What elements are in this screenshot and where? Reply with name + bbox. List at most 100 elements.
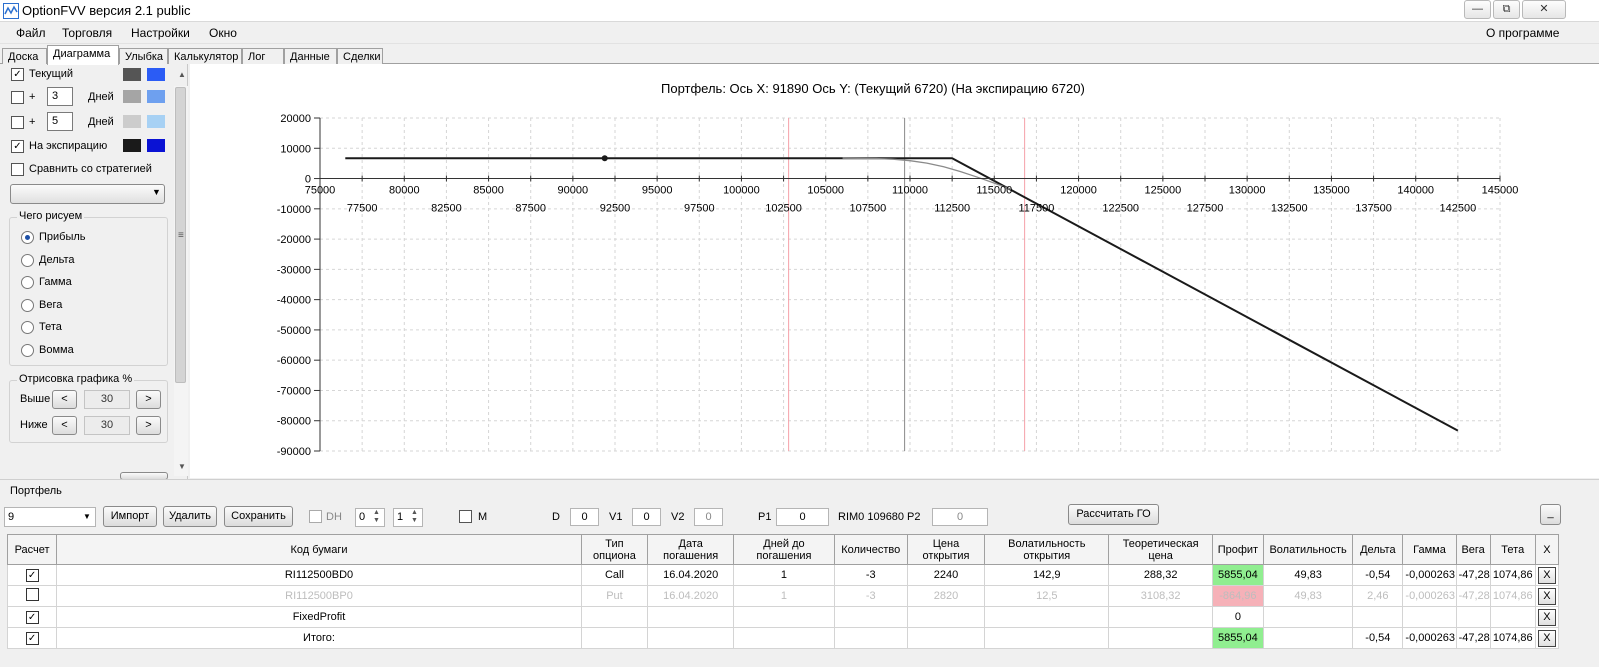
column-header[interactable]: Код бумаги [56,534,582,565]
close-button[interactable]: ✕ [1522,0,1566,19]
strategy-dropdown[interactable]: ▼ [10,184,165,204]
calc-checkbox[interactable] [25,588,39,601]
menu-window[interactable]: Окно [209,26,237,40]
column-header[interactable]: Гамма [1402,534,1457,565]
calc-checkbox[interactable]: ✓ [25,631,39,645]
calc-cell[interactable] [6,585,58,607]
column-header[interactable]: Тип опциона [580,534,649,565]
tab-deals[interactable]: Сделки [337,48,383,65]
column-header[interactable]: X [1534,534,1560,565]
collapse-button[interactable]: _ [1540,504,1561,525]
current-checkbox[interactable]: ✓ [11,68,24,81]
remove-row-button[interactable]: X [1537,566,1556,584]
expiry-line-color-swatch[interactable] [123,139,141,152]
remove-cell[interactable]: X [1534,585,1560,607]
plus5-days-input[interactable]: 5 [47,112,73,131]
expiry-checkbox[interactable]: ✓ [11,140,24,153]
payoff-chart[interactable]: 20000 100000 -10000 -20000 -30000 -40000 -5000… [190,64,1599,478]
remove-cell[interactable]: X [1534,606,1560,628]
table-cell [1262,606,1354,628]
table-row[interactable]: ✓ RI112500BD0 Call 16.04.2020 1 -3 2240 142,9 28… [6,564,1560,586]
plus3-alt-color-swatch[interactable] [147,90,165,103]
x-tick-label: 145000 [1482,185,1519,197]
scroll-down-icon[interactable]: ▼ [178,462,186,471]
p2-value: 0 [932,508,988,526]
m-checkbox[interactable] [459,510,472,523]
save-button[interactable]: Сохранить [224,506,293,527]
above-increase-button[interactable]: > [136,390,161,409]
column-header[interactable]: Волатильность открытия [984,534,1110,565]
tab-diagram[interactable]: Диаграмма [47,45,119,65]
plus5-line-color-swatch[interactable] [123,115,141,128]
table-row[interactable]: RI112500BP0 Put 16.04.2020 1 -3 2820 12,5 3108,… [6,585,1560,607]
plus3-days-input[interactable]: 3 [47,87,73,106]
column-header[interactable]: Дата погашения [647,534,735,565]
calc-cell[interactable]: ✓ [6,564,58,586]
column-header[interactable]: Дельта [1352,534,1404,565]
portfolio-selector[interactable]: 9 ▼ [4,507,96,527]
spin-arrows-icon[interactable]: ▲ ▼ [411,509,418,525]
remove-cell[interactable]: X [1534,564,1560,586]
tab-data[interactable]: Данные [284,48,337,65]
plus5-checkbox[interactable] [11,116,24,129]
calc-checkbox[interactable]: ✓ [25,610,39,624]
scroll-up-icon[interactable]: ▲ [178,70,186,79]
remove-row-button[interactable]: X [1537,629,1556,647]
chevron-down-icon: ▼ [83,512,91,521]
dh-checkbox[interactable] [309,510,322,523]
plus3-line-color-swatch[interactable] [123,90,141,103]
minimize-button[interactable]: — [1464,0,1491,19]
column-header[interactable]: Профит [1211,534,1264,565]
above-decrease-button[interactable]: < [52,390,77,409]
calc-checkbox[interactable]: ✓ [25,568,39,582]
column-header[interactable]: Дней до погашения [733,534,835,565]
table-cell [1352,606,1404,628]
table-cell: 1074,86 [1489,585,1536,607]
plus3-checkbox[interactable] [11,91,24,104]
menu-about[interactable]: О программе [1486,26,1559,40]
remove-row-button[interactable]: X [1537,587,1556,605]
current-alt-color-swatch[interactable] [147,68,165,81]
tab-calculator[interactable]: Калькулятор [168,48,242,65]
import-button[interactable]: Импорт [103,506,157,527]
column-header[interactable]: Волатильность [1262,534,1354,565]
calc-margin-button[interactable]: Рассчитать ГО [1068,504,1159,525]
dh-spin-2[interactable]: 1 ▲ ▼ [393,508,423,527]
current-line-color-swatch[interactable] [123,68,141,81]
column-header[interactable]: Количество [833,534,908,565]
radio-vega[interactable] [21,298,34,312]
table-row[interactable]: ✓ FixedProfit 0 X [6,606,1560,628]
column-header[interactable]: Теоретическая цена [1108,534,1213,565]
radio-profit[interactable] [21,231,34,244]
below-decrease-button[interactable]: < [52,416,77,435]
spin-arrows-icon[interactable]: ▲ ▼ [373,509,380,525]
remove-row-button[interactable]: X [1537,608,1556,626]
delete-button[interactable]: Удалить [163,506,217,527]
radio-vomma[interactable] [21,344,34,357]
menu-settings[interactable]: Настройки [131,26,190,40]
column-header[interactable]: Цена открытия [906,534,986,565]
x-tick-label: 125000 [1144,185,1181,197]
dh-spin-1[interactable]: 0 ▲ ▼ [355,508,385,527]
calc-cell[interactable]: ✓ [6,606,58,628]
table-cell: -0,54 [1352,564,1404,586]
plus5-days-label: Дней [88,116,114,128]
plus5-alt-color-swatch[interactable] [147,115,165,128]
below-increase-button[interactable]: > [136,416,161,435]
tab-log[interactable]: Лог [242,48,284,65]
compare-checkbox[interactable] [11,163,24,176]
remove-cell[interactable]: X [1534,627,1560,649]
d-label: D [552,511,560,523]
tab-smile[interactable]: Улыбка [119,48,168,65]
menu-trading[interactable]: Торговля [62,26,112,40]
menu-file[interactable]: Файл [16,26,46,40]
column-header[interactable]: Вега [1455,534,1491,565]
expiry-alt-color-swatch[interactable] [147,139,165,152]
column-header[interactable]: Тета [1489,534,1536,565]
restore-button[interactable]: ⧉ [1493,0,1520,19]
table-row[interactable]: ✓ Итого: 5855,04 -0,54 -0,000263 -47,28 1074,8… [6,627,1560,649]
radio-delta[interactable] [21,253,34,267]
calc-cell[interactable]: ✓ [6,627,58,649]
column-header[interactable]: Расчет [6,534,58,565]
tab-board[interactable]: Доска [2,48,47,65]
